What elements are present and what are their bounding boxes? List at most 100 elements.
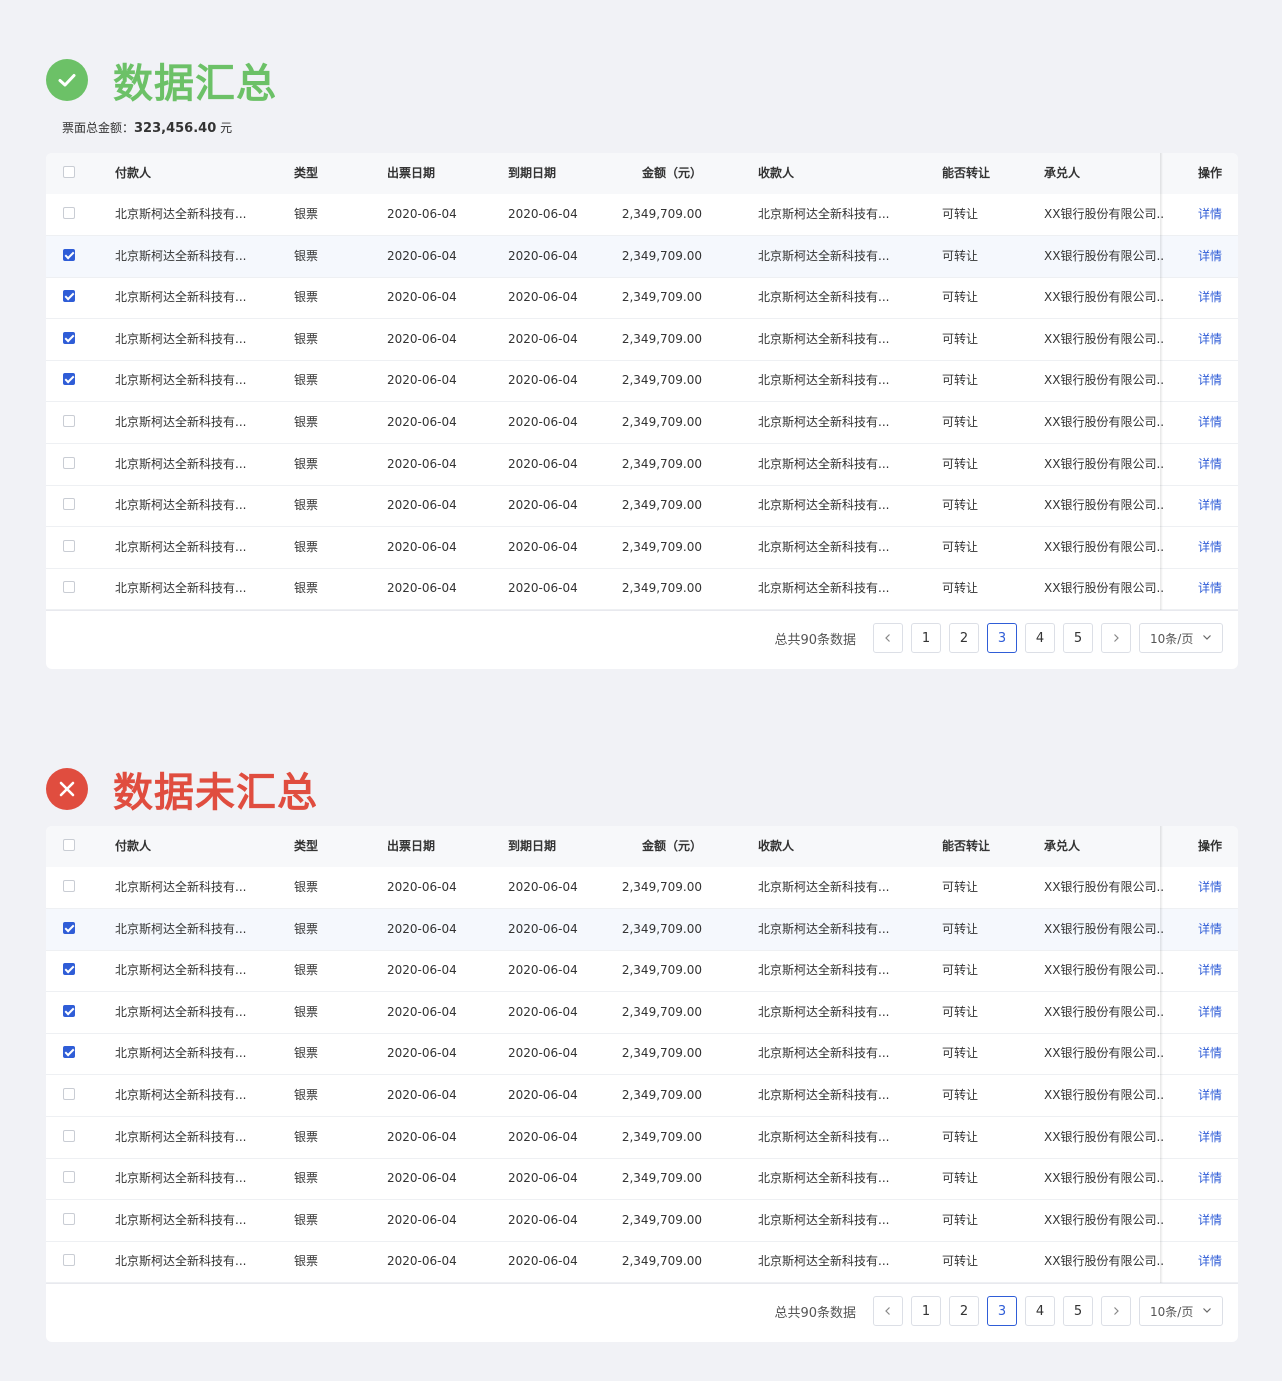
page-button-1[interactable]: 1: [911, 623, 941, 653]
page-button-2[interactable]: 2: [949, 1296, 979, 1326]
detail-link[interactable]: 详情: [1198, 1241, 1228, 1282]
row-checkbox[interactable]: [63, 581, 75, 594]
page-button-4[interactable]: 4: [1025, 623, 1055, 653]
row-checkbox[interactable]: [63, 207, 75, 219]
cell-acceptor: XX银行股份有限公司...: [1044, 1129, 1164, 1144]
chevron-right-icon: [1114, 634, 1119, 642]
table-row: 北京斯柯达全新科技有... 银票 2020-06-04 2020-06-04 2,349…: [46, 1158, 1238, 1201]
row-checkbox[interactable]: [63, 373, 75, 386]
page-button-4[interactable]: 4: [1025, 1296, 1055, 1326]
row-checkbox[interactable]: [63, 1046, 75, 1059]
cell-payer: 北京斯柯达全新科技有...: [115, 1254, 247, 1269]
detail-link[interactable]: 详情: [1198, 360, 1228, 401]
cell-due-date: 2020-06-04: [508, 248, 578, 263]
total-count: 总共90条数据: [774, 1305, 856, 1321]
cell-type: 银票: [294, 1254, 319, 1269]
row-checkbox[interactable]: [63, 963, 75, 976]
page-button-3[interactable]: 3: [987, 623, 1017, 653]
chevron-down-icon: [1202, 1304, 1212, 1318]
table-row: 北京斯柯达全新科技有... 银票 2020-06-04 2020-06-04 2,349…: [46, 319, 1238, 361]
column-header-transferable: 能否转让: [942, 839, 991, 853]
next-page-button[interactable]: [1101, 623, 1131, 653]
cell-due-date: 2020-06-04: [508, 581, 578, 596]
cell-acceptor: XX银行股份有限公司...: [1044, 1212, 1164, 1227]
detail-link[interactable]: 详情: [1198, 950, 1228, 991]
row-checkbox[interactable]: [63, 415, 75, 427]
row-checkbox[interactable]: [63, 1004, 75, 1017]
detail-link[interactable]: 详情: [1198, 527, 1228, 568]
detail-link[interactable]: 详情: [1198, 1158, 1228, 1199]
page-button-3[interactable]: 3: [987, 1296, 1017, 1326]
cell-due-date: 2020-06-04: [508, 1129, 578, 1144]
detail-link[interactable]: 详情: [1198, 568, 1228, 609]
cell-payee: 北京斯柯达全新科技有...: [758, 1129, 890, 1144]
row-checkbox[interactable]: [63, 290, 75, 303]
row-checkbox[interactable]: [63, 1129, 75, 1142]
column-header-type: 类型: [294, 839, 319, 853]
column-header-acceptor: 承兑人: [1044, 839, 1081, 853]
cell-due-date: 2020-06-04: [508, 880, 578, 894]
page-button-5[interactable]: 5: [1063, 623, 1093, 653]
detail-link[interactable]: 详情: [1198, 1033, 1228, 1074]
total-amount-unit: 元: [216, 121, 233, 135]
detail-link[interactable]: 详情: [1198, 236, 1228, 277]
row-checkbox[interactable]: [63, 880, 75, 892]
detail-link[interactable]: 详情: [1198, 194, 1228, 235]
detail-link[interactable]: 详情: [1198, 867, 1228, 908]
cell-acceptor: XX银行股份有限公司...: [1044, 880, 1164, 894]
row-checkbox[interactable]: [63, 498, 75, 511]
detail-link[interactable]: 详情: [1198, 444, 1228, 485]
cell-type: 银票: [294, 1004, 319, 1019]
detail-link[interactable]: 详情: [1198, 277, 1228, 318]
cell-payee: 北京斯柯达全新科技有...: [758, 581, 890, 596]
detail-link[interactable]: 详情: [1198, 909, 1228, 950]
cell-acceptor: XX银行股份有限公司...: [1044, 290, 1164, 305]
cell-transferable: 可转让: [942, 290, 979, 305]
total-amount-summary: 票面总金额：323,456.40 元: [62, 119, 232, 136]
row-checkbox[interactable]: [63, 456, 75, 469]
cell-amount: 2,349,709.00: [621, 880, 702, 894]
cell-payer: 北京斯柯达全新科技有...: [115, 415, 247, 429]
page-size-select[interactable]: 10条/页: [1139, 1296, 1223, 1326]
page-size-select[interactable]: 10条/页: [1139, 623, 1223, 653]
row-checkbox[interactable]: [63, 1171, 75, 1184]
detail-link[interactable]: 详情: [1198, 402, 1228, 443]
cell-issue-date: 2020-06-04: [387, 581, 457, 596]
row-checkbox[interactable]: [63, 1254, 75, 1267]
row-checkbox[interactable]: [63, 921, 75, 934]
cell-type: 银票: [294, 539, 319, 554]
select-all-checkbox[interactable]: [63, 166, 75, 178]
next-page-button[interactable]: [1101, 1296, 1131, 1326]
table-row: 北京斯柯达全新科技有... 银票 2020-06-04 2020-06-04 2,349…: [46, 1075, 1238, 1117]
cell-issue-date: 2020-06-04: [387, 1088, 457, 1102]
detail-link[interactable]: 详情: [1198, 1075, 1228, 1116]
page-size-value: 10条/页: [1150, 1304, 1194, 1319]
detail-link[interactable]: 详情: [1198, 1117, 1228, 1158]
cell-amount: 2,349,709.00: [621, 415, 702, 429]
detail-link[interactable]: 详情: [1198, 1200, 1228, 1241]
prev-page-button[interactable]: [873, 1296, 903, 1326]
detail-link[interactable]: 详情: [1198, 319, 1228, 360]
cell-acceptor: XX银行股份有限公司...: [1044, 331, 1164, 346]
page-button-5[interactable]: 5: [1063, 1296, 1093, 1326]
cell-acceptor: XX银行股份有限公司...: [1044, 207, 1164, 221]
column-header-amount: 金额（元）: [641, 166, 702, 180]
row-checkbox[interactable]: [63, 539, 75, 552]
column-header-due-date: 到期日期: [508, 166, 557, 180]
detail-link[interactable]: 详情: [1198, 485, 1228, 526]
bill-table-card-unsummarized: 付款人 类型 出票日期 到期日期 金额（元） 收款人 能否转让 承兑人 操作 北京斯柯达全新科技有…: [46, 826, 1238, 1342]
page-button-1[interactable]: 1: [911, 1296, 941, 1326]
page-button-2[interactable]: 2: [949, 623, 979, 653]
cell-payee: 北京斯柯达全新科技有...: [758, 1088, 890, 1102]
row-checkbox[interactable]: [63, 248, 75, 261]
detail-link[interactable]: 详情: [1198, 992, 1228, 1033]
cell-type: 银票: [294, 581, 319, 596]
row-checkbox[interactable]: [63, 1212, 75, 1225]
cell-acceptor: XX银行股份有限公司...: [1044, 373, 1164, 388]
select-all-checkbox[interactable]: [63, 839, 75, 851]
prev-page-button[interactable]: [873, 623, 903, 653]
row-checkbox[interactable]: [63, 331, 75, 344]
cell-due-date: 2020-06-04: [508, 921, 578, 936]
cell-issue-date: 2020-06-04: [387, 456, 457, 471]
row-checkbox[interactable]: [63, 1088, 75, 1100]
